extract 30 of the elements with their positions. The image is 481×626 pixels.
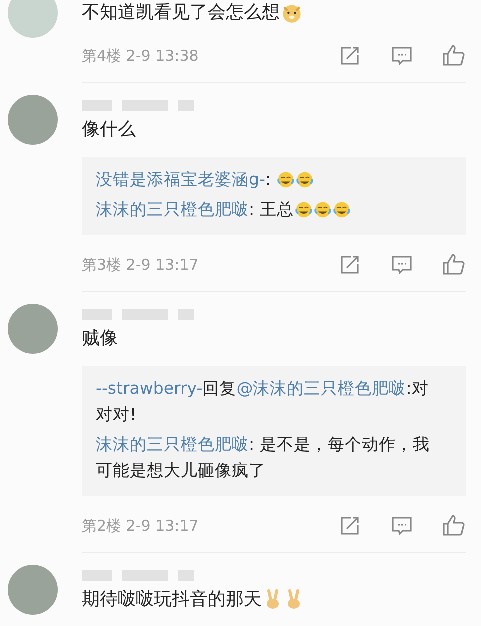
share-icon[interactable] [338, 253, 362, 277]
avatar[interactable] [8, 565, 58, 615]
comment-text: 像什么 [82, 118, 136, 142]
thumbs-up-icon[interactable] [442, 44, 466, 68]
thumbs-up-icon[interactable] [442, 253, 466, 277]
reply-box[interactable]: --strawberry-回复@沫沫的三只橙色肥啵:对对对! 沫沫的三只橙色肥啵: 是不是，每个动作，我可能是想大儿砸像疯了 [82, 366, 466, 496]
comment-icon[interactable] [390, 253, 414, 277]
comment-icon[interactable] [390, 514, 414, 538]
thumbs-up-icon[interactable] [442, 514, 466, 538]
reply-text: 沫沫的三只橙色肥啵: 是不是，每个动作，我可能是想大儿砸像疯了 [96, 434, 431, 482]
avatar[interactable] [8, 95, 58, 145]
floor-timestamp: 第2楼 2-9 13:17 [82, 516, 199, 536]
laughing-face-icon [294, 201, 313, 220]
laughing-face-icon [314, 201, 332, 220]
laughing-face-icon [296, 171, 314, 190]
reply-text: 沫沫的三只橙色肥啵: 王总 [96, 197, 440, 223]
floor-timestamp: 第4楼 2-9 13:38 [82, 46, 199, 66]
share-icon[interactable] [338, 44, 362, 68]
comment-text: 期待啵啵玩抖音的那天 [82, 588, 262, 612]
reply-text: 没错是添福宝老婆涵g-: [96, 167, 440, 193]
floor-timestamp: 第3楼 2-9 13:17 [82, 256, 199, 274]
avatar[interactable] [8, 304, 58, 354]
laughing-face-icon [277, 171, 296, 190]
laughing-face-icon [332, 201, 351, 220]
comment-text: 不知道凯看见了会怎么想 [82, 1, 280, 25]
share-icon[interactable] [338, 514, 362, 538]
comment-text: 贼像 [82, 327, 118, 351]
comment-icon[interactable] [390, 44, 414, 68]
reply-box[interactable]: 没错是添福宝老婆涵g-: 沫沫的三只橙色肥啵: 王总 [82, 157, 466, 235]
reply-text: --strawberry-回复@沫沫的三只橙色肥啵:对对对! [96, 378, 430, 426]
